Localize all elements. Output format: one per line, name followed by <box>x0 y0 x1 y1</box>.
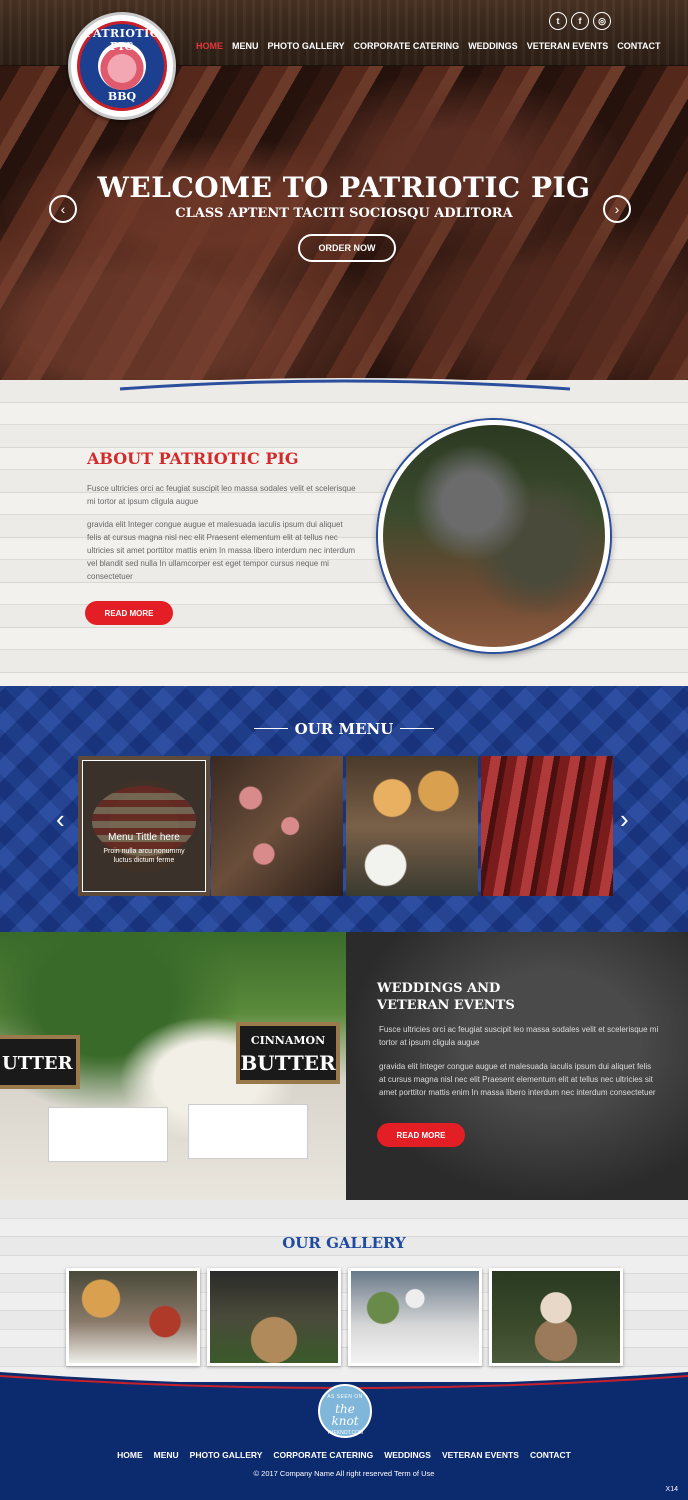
hero-subtitle: CLASS APTENT TACITI SOCIOSQU ADLITORA <box>175 206 513 221</box>
about-section: ABOUT PATRIOTIC PIG Fusce ultricies orci… <box>0 380 688 686</box>
weddings-read-more-button[interactable]: READ MORE <box>377 1123 465 1147</box>
knot-badge-main: the knot <box>331 1402 359 1428</box>
footer-nav-weddings[interactable]: WEDDINGS <box>384 1450 431 1460</box>
footer-nav-menu[interactable]: MENU <box>154 1450 179 1460</box>
cinnamon-butter-sign: CINNAMON BUTTER <box>236 1022 340 1084</box>
hero-title: WELCOME TO PATRIOTIC PIG <box>97 171 591 204</box>
gallery-image[interactable] <box>348 1268 482 1366</box>
nav-veteran-events[interactable]: VETERAN EVENTS <box>527 41 609 51</box>
gallery-image[interactable] <box>66 1268 200 1366</box>
footer-nav-corporate-catering[interactable]: CORPORATE CATERING <box>273 1450 373 1460</box>
nav-home[interactable]: HOME <box>196 41 223 51</box>
about-photo <box>378 420 610 652</box>
copyright-text: © 2017 Company Name All right reserved T… <box>253 1469 435 1478</box>
menu-card[interactable] <box>346 756 478 896</box>
menu-card-overlay <box>82 760 206 892</box>
chevron-right-icon[interactable]: › <box>603 195 631 223</box>
sign-line-2: BUTTER <box>240 1051 336 1075</box>
menu-card-title: Menu Tittle here <box>108 832 180 843</box>
the-knot-badge[interactable]: AS SEEN ON the knot THEKNOT.COM <box>318 1384 372 1438</box>
footer-nav-contact[interactable]: CONTACT <box>530 1450 571 1460</box>
menu-card[interactable]: Menu Tittle here Proin nulla arcu nonumm… <box>78 756 210 896</box>
nav-weddings[interactable]: WEDDINGS <box>468 41 518 51</box>
footer-nav-photo-gallery[interactable]: PHOTO GALLERY <box>190 1450 263 1460</box>
twitter-icon[interactable]: t <box>549 12 567 30</box>
butter-sign: UTTER <box>0 1035 80 1089</box>
nav-corporate-catering[interactable]: CORPORATE CATERING <box>354 41 460 51</box>
about-paragraph-2: gravida elit Integer congue augue et mal… <box>87 520 356 581</box>
menu-next-icon[interactable]: › <box>620 804 629 835</box>
menu-prev-icon[interactable]: ‹ <box>56 804 65 835</box>
gallery-title: OUR GALLERY <box>282 1234 406 1252</box>
menu-title: OUR MENU <box>294 720 394 738</box>
nav-photo-gallery[interactable]: PHOTO GALLERY <box>268 41 345 51</box>
chevron-left-icon[interactable]: ‹ <box>49 195 77 223</box>
about-title: ABOUT PATRIOTIC PIG <box>87 449 299 468</box>
gallery-image[interactable] <box>489 1268 623 1366</box>
menu-section: OUR MENU ‹ Menu Tittle here Proin nulla … <box>0 686 688 932</box>
facebook-icon[interactable]: f <box>571 12 589 30</box>
menu-title-divider-right <box>400 728 434 729</box>
footer-nav-home[interactable]: HOME <box>117 1450 143 1460</box>
nav-contact[interactable]: CONTACT <box>617 41 660 51</box>
weddings-photo: UTTER CINNAMON BUTTER <box>0 932 346 1200</box>
knot-badge-top: AS SEEN ON <box>327 1394 363 1400</box>
serving-bowl <box>188 1104 308 1159</box>
logo-top-text: PATRIOTIC PIG <box>84 27 160 53</box>
serving-bowl <box>48 1107 168 1162</box>
weddings-section: WEDDINGS AND VETERAN EVENTS Fusce ultric… <box>346 932 688 1200</box>
main-nav: HOME MENU PHOTO GALLERY CORPORATE CATERI… <box>196 41 661 51</box>
logo-bottom-text: BBQ <box>107 90 137 103</box>
weddings-title: WEDDINGS AND VETERAN EVENTS <box>377 980 577 1014</box>
footer-tag: X14 <box>665 1486 678 1493</box>
weddings-paragraph-2: gravida elit Integer congue augue et mal… <box>379 1062 656 1097</box>
weddings-title-line-1: WEDDINGS AND <box>377 981 501 996</box>
footer-nav: HOME MENU PHOTO GALLERY CORPORATE CATERI… <box>0 1450 688 1460</box>
footer-nav-veteran-events[interactable]: VETERAN EVENTS <box>442 1450 519 1460</box>
gallery-section: OUR GALLERY <box>0 1200 688 1400</box>
weddings-paragraph-1: Fusce ultricies orci ac feugiat suscipit… <box>379 1025 659 1047</box>
instagram-icon[interactable]: ◎ <box>593 12 611 30</box>
order-now-button[interactable]: ORDER NOW <box>298 234 396 262</box>
about-read-more-button[interactable]: READ MORE <box>85 601 173 625</box>
site-logo[interactable]: PATRIOTIC PIG BBQ <box>68 12 176 120</box>
menu-card-description: Proin nulla arcu nonummy luctus dictum f… <box>103 848 185 864</box>
menu-card[interactable] <box>211 756 343 896</box>
weddings-title-line-2: VETERAN EVENTS <box>377 998 515 1013</box>
gallery-image[interactable] <box>207 1268 341 1366</box>
menu-card[interactable] <box>481 756 613 896</box>
hero-wave-divider <box>23 378 665 391</box>
sign-line-1: CINNAMON <box>250 1034 326 1047</box>
social-links: t f ◎ <box>549 12 611 30</box>
about-paragraph-1: Fusce ultricies orci ac feugiat suscipit… <box>87 484 356 506</box>
knot-badge-bottom: THEKNOT.COM <box>326 1430 364 1436</box>
nav-menu[interactable]: MENU <box>232 41 259 51</box>
